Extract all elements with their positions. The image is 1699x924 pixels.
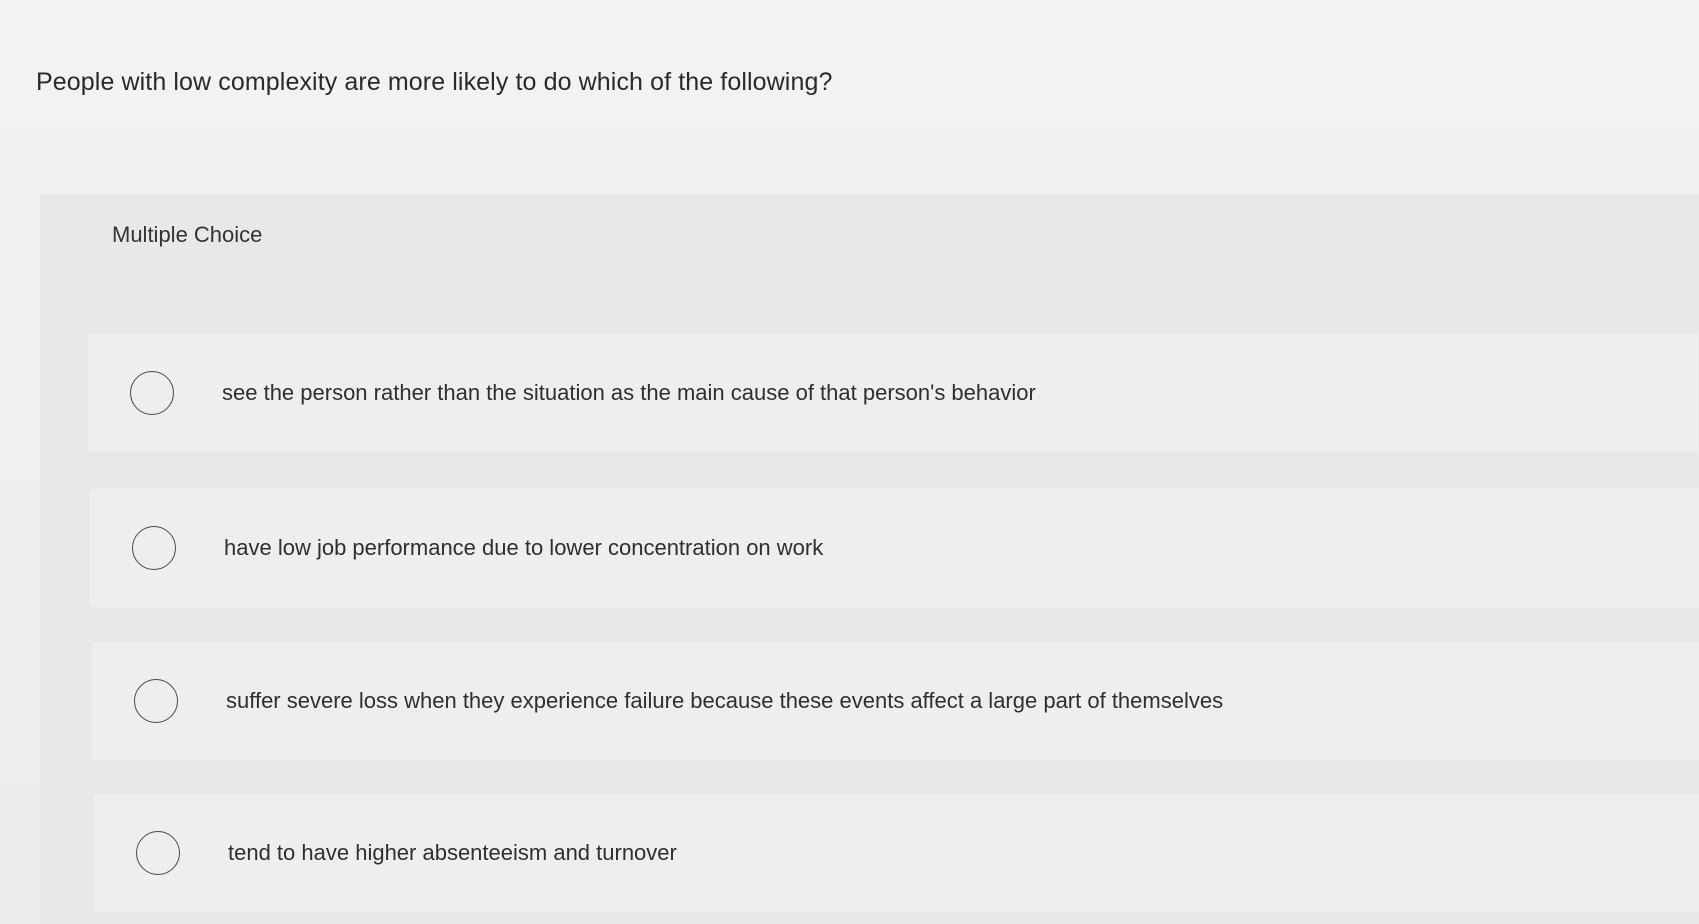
answer-option-b[interactable]: have low job performance due to lower co…: [90, 489, 1699, 607]
answer-option-c[interactable]: suffer severe loss when they experience …: [92, 642, 1699, 760]
answer-option-a[interactable]: see the person rather than the situation…: [88, 334, 1698, 452]
answer-option-a-text: see the person rather than the situation…: [222, 380, 1036, 405]
radio-button-c[interactable]: [134, 679, 178, 723]
question-prompt: People with low complexity are more like…: [36, 68, 833, 96]
answer-option-c-text: suffer severe loss when they experience …: [226, 688, 1224, 713]
answer-option-d-text: tend to have higher absenteeism and turn…: [228, 840, 677, 865]
radio-button-a[interactable]: [130, 371, 174, 415]
page-background: People with low complexity are more like…: [0, 0, 1699, 924]
answer-option-b-text: have low job performance due to lower co…: [224, 535, 824, 560]
radio-button-b[interactable]: [132, 526, 176, 570]
radio-button-d[interactable]: [136, 831, 180, 875]
multiple-choice-panel: Multiple Choice see the person rather th…: [40, 194, 1699, 924]
multiple-choice-label: Multiple Choice: [112, 222, 263, 247]
answer-option-d[interactable]: tend to have higher absenteeism and turn…: [94, 794, 1699, 912]
